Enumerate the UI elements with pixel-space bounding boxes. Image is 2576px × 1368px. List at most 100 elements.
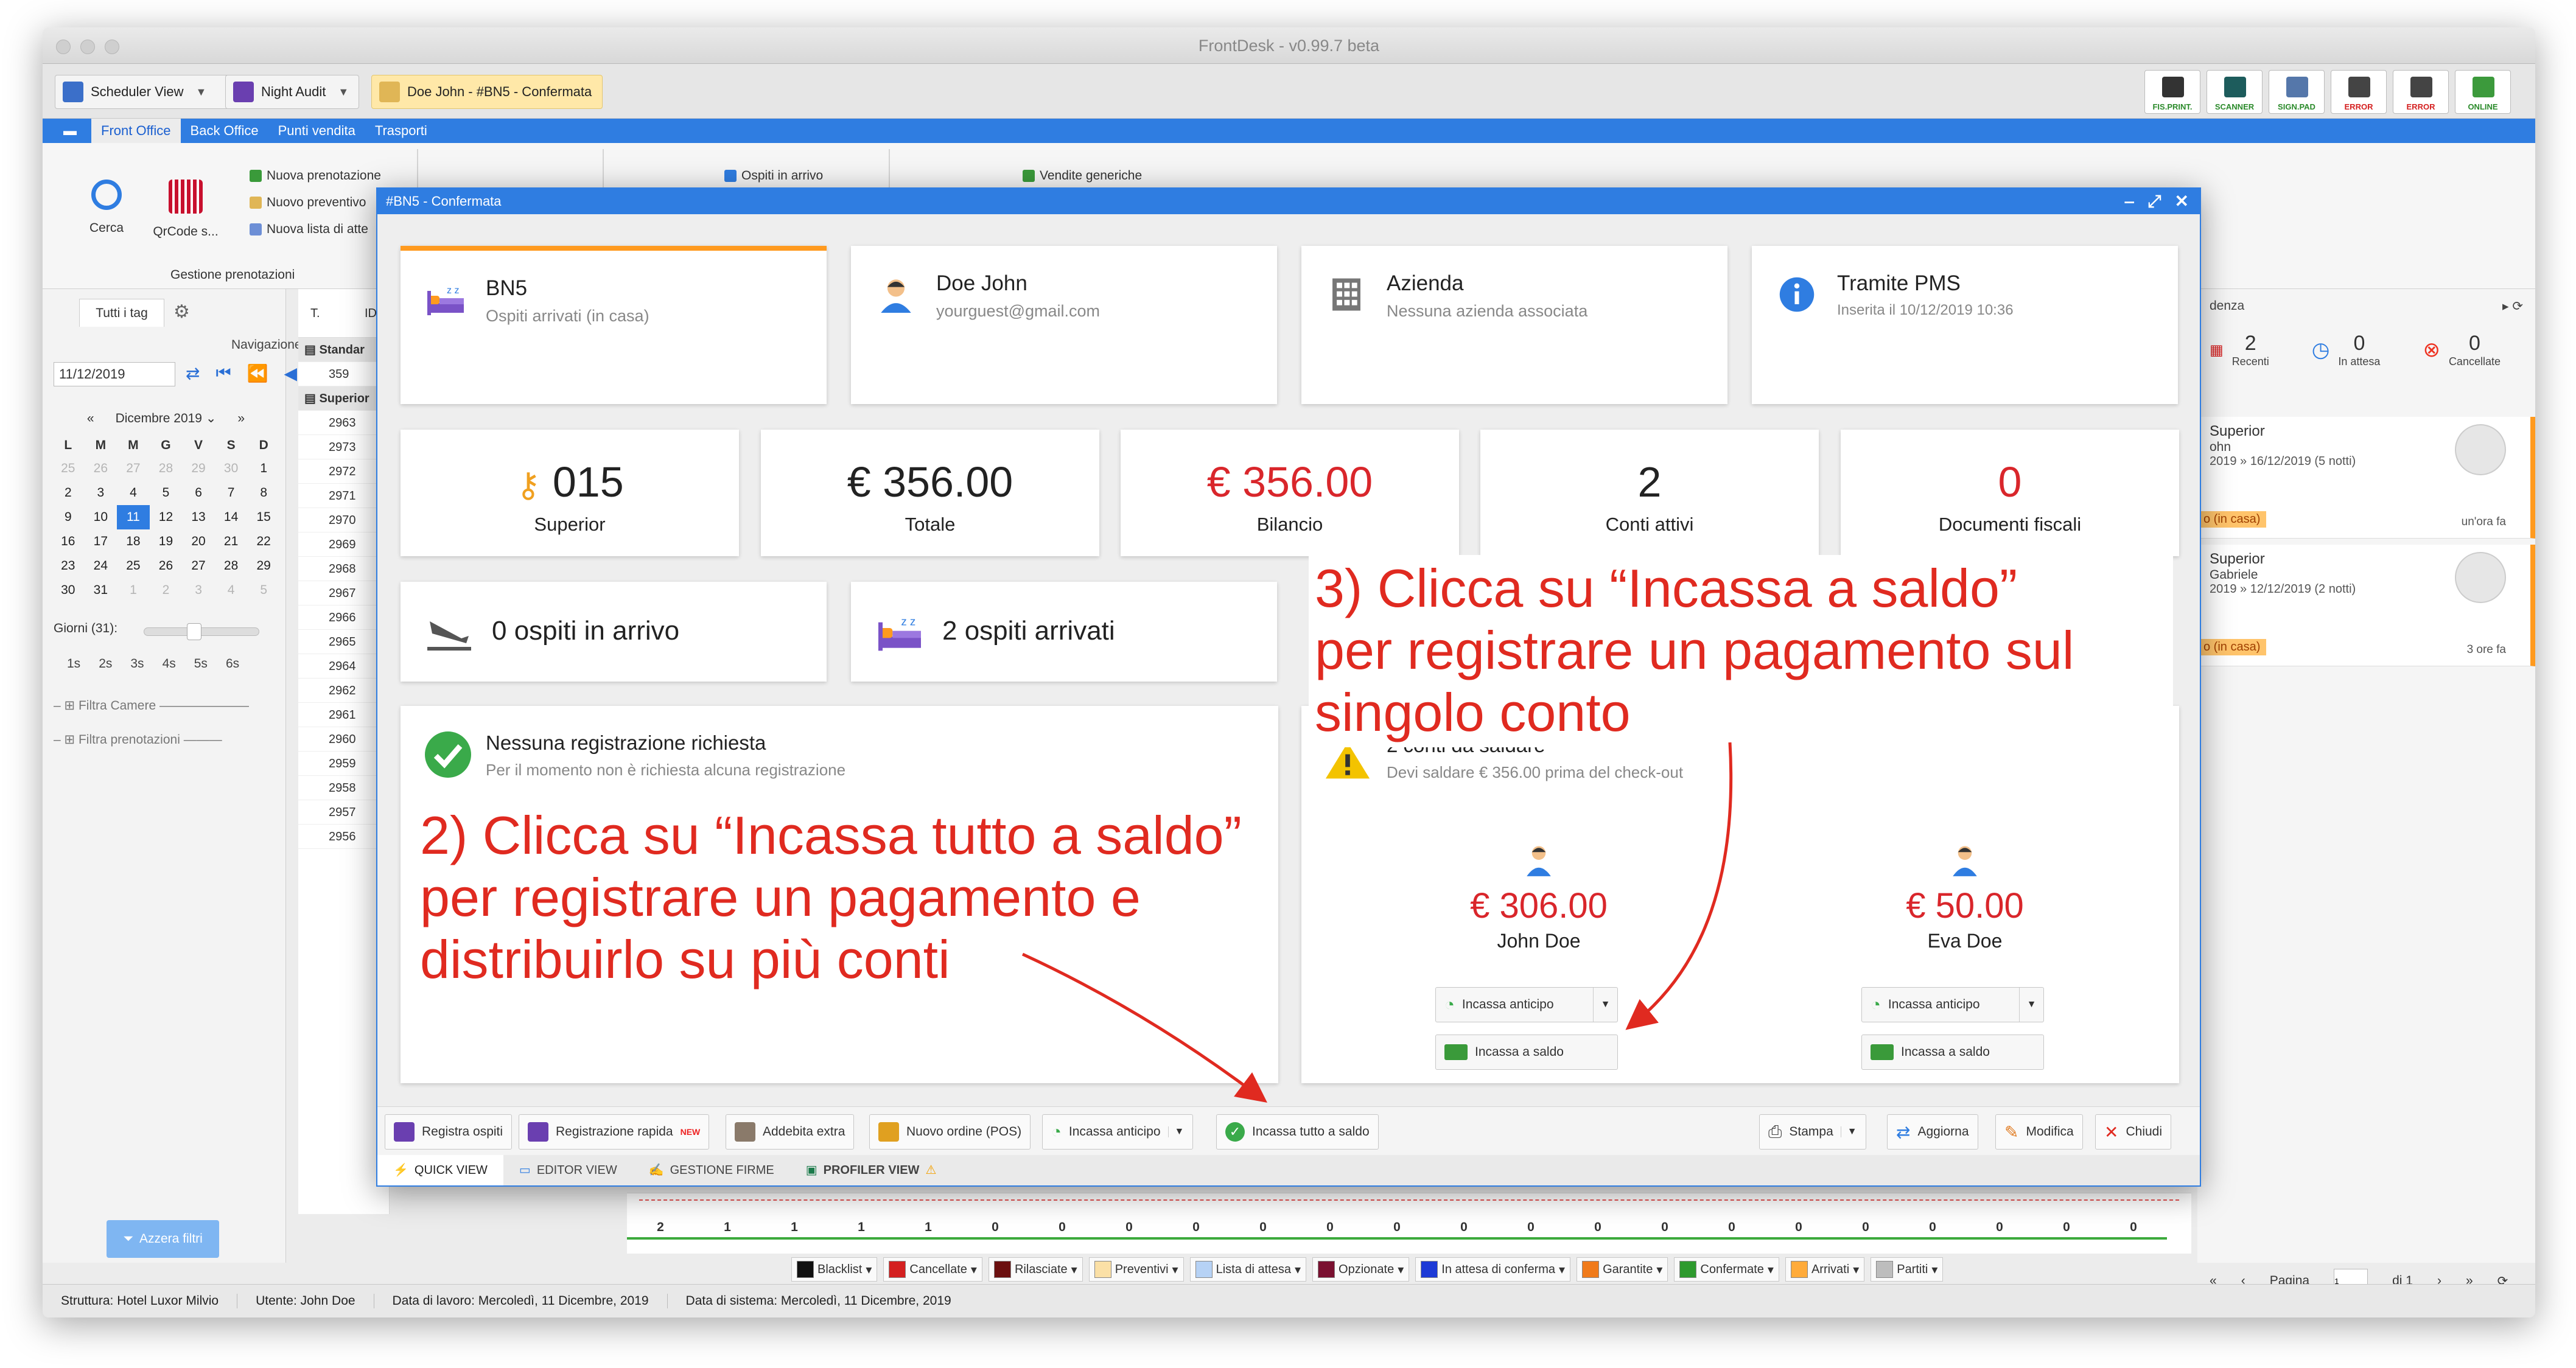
close-icon[interactable]: ✕ [2175,189,2189,214]
legend-item[interactable]: Rilasciate ▾ [988,1257,1083,1282]
azzera-filtri-button[interactable]: ⏷ Azzera filtri [107,1220,219,1258]
calendar-day[interactable]: 5 [150,481,183,505]
tab-editor-view[interactable]: ▭ EDITOR VIEW [503,1155,633,1185]
calendar-day[interactable]: 18 [117,529,150,554]
incassa-saldo-eva-button[interactable]: Incassa a saldo [1861,1035,2044,1070]
filtra-camere-toggle[interactable]: – ⊞ Filtra Camere ——————— [54,698,249,713]
addebita-extra-button[interactable]: Addebita extra [726,1114,855,1150]
chevron-down-icon[interactable]: ▾ [1172,1262,1178,1277]
tab-recenti[interactable]: ▦ 2 Recenti [2210,332,2269,368]
window-controls[interactable] [56,40,119,54]
chevron-down-icon[interactable]: ▾ [1768,1262,1774,1277]
minimize-dot-icon[interactable] [80,40,95,54]
zoom-dot-icon[interactable] [105,40,119,54]
calendar-day[interactable]: 6 [182,481,215,505]
chevron-down-icon[interactable]: ▼ [1167,1126,1184,1137]
ospiti-in-arrivo-button[interactable]: Ospiti in arrivo [724,169,823,183]
calendar-day[interactable]: 1 [117,578,150,602]
calendar-day[interactable]: 27 [182,554,215,578]
tab-quick-view[interactable]: ⚡ QUICK VIEW [377,1155,503,1185]
calendar-day[interactable]: 24 [85,554,117,578]
calendar-day[interactable]: 29 [182,456,215,481]
room-row[interactable]: 2966 [298,605,389,630]
span-option[interactable]: 4s [163,657,176,671]
room-row[interactable]: 2971 [298,484,389,508]
legend-item[interactable]: Blacklist ▾ [791,1257,878,1282]
menu-front-office[interactable]: Front Office [91,119,181,143]
chevron-down-icon[interactable]: ▾ [1853,1262,1859,1277]
modifica-button[interactable]: ✎ Modifica [1995,1114,2083,1150]
incassa-saldo-john-button[interactable]: Incassa a saldo [1435,1035,1618,1070]
calendar-day[interactable]: 19 [150,529,183,554]
legend-item[interactable]: In attesa di conferma ▾ [1415,1257,1571,1282]
guest-card[interactable]: Doe John yourguest@gmail.com [851,246,1277,404]
calendar-day[interactable]: 14 [215,505,248,529]
calendar-day[interactable]: 9 [52,505,85,529]
calendar-day[interactable]: 20 [182,529,215,554]
incassa-tutto-a-saldo-button[interactable]: ✓ Incassa tutto a saldo [1216,1114,1379,1150]
slider-handle[interactable] [187,623,201,640]
previous-icon[interactable]: ◀ [284,363,298,383]
calendar-day[interactable]: 1 [247,456,280,481]
vendite-generiche-button[interactable]: Vendite generiche [1023,169,1142,183]
legend-item[interactable]: Partiti ▾ [1871,1257,1944,1282]
incassa-anticipo-eva-button[interactable]: ◔ Incassa anticipo ▼ [1861,987,2044,1022]
calendar-day[interactable]: 26 [150,554,183,578]
room-row[interactable]: 2960 [298,727,389,752]
room-row[interactable]: 2967 [298,581,389,605]
room-row[interactable]: 2962 [298,679,389,703]
close-dot-icon[interactable] [56,40,71,54]
date-field[interactable]: 11/12/2019 [54,362,175,386]
calendar-day[interactable]: 28 [215,554,248,578]
tab-in-attesa[interactable]: ◷ 0 In attesa [2312,332,2381,368]
chevron-down-icon[interactable]: ▾ [1071,1262,1077,1277]
span-option[interactable]: 5s [194,657,208,671]
signpad-status[interactable]: SIGN.PAD [2269,70,2325,114]
chevron-down-icon[interactable]: ▾ [971,1262,977,1277]
span-option[interactable]: 6s [226,657,239,671]
calendar-day[interactable]: 3 [182,578,215,602]
span-option[interactable]: 1s [67,657,80,671]
chat-error-status[interactable]: ERROR [2393,70,2449,114]
room-row[interactable]: 2965 [298,630,389,654]
chiudi-button[interactable]: ✕ Chiudi [2095,1114,2172,1150]
tab-cancellate[interactable]: ⊗ 0 Cancellate [2423,332,2501,368]
menu-trasporti[interactable]: Trasporti [365,119,437,143]
room-row[interactable]: 2958 [298,776,389,800]
registra-ospiti-button[interactable]: Registra ospiti [385,1114,513,1150]
tab-profiler-view[interactable]: ▣ PROFILER VIEW ⚠ [790,1155,953,1185]
room-row[interactable]: 2968 [298,557,389,581]
app-menu-icon[interactable]: ▬ [49,119,91,143]
company-card[interactable]: Azienda Nessuna azienda associata [1301,246,1727,404]
chevron-down-icon[interactable]: ▾ [1295,1262,1301,1277]
calendar-day[interactable]: 2 [52,481,85,505]
recent-card[interactable]: Superior ohn 2019 » 16/12/2019 (5 notti)… [2197,417,2535,539]
calendar-day[interactable]: 10 [85,505,117,529]
scheduler-view-button[interactable]: Scheduler View ▼ [55,75,231,109]
room-row[interactable]: 2963 [298,411,389,435]
legend-item[interactable]: Opzionate ▾ [1312,1257,1410,1282]
legend-item[interactable]: Cancellate ▾ [883,1257,982,1282]
rewind-icon[interactable]: ⏪ [247,363,268,383]
calendar-day[interactable]: 3 [85,481,117,505]
calendar-day[interactable]: 15 [247,505,280,529]
nuovo-preventivo-button[interactable]: Nuovo preventivo [250,195,366,210]
calendar-day[interactable]: 26 [85,456,117,481]
arrivals-card[interactable]: 0 ospiti in arrivo [401,582,827,682]
calendar-day[interactable]: 17 [85,529,117,554]
calendar-day[interactable]: 11 [117,505,150,529]
days-slider[interactable] [144,623,259,640]
chevron-down-icon[interactable]: ▾ [1931,1262,1937,1277]
calendar-day[interactable]: 2 [150,578,183,602]
calendar-day[interactable]: 28 [150,456,183,481]
room-row[interactable]: 2956 [298,825,389,849]
calendar-day[interactable]: 29 [247,554,280,578]
incassa-anticipo-john-button[interactable]: ◔ Incassa anticipo ▼ [1435,987,1618,1022]
legend-item[interactable]: Garantite ▾ [1577,1257,1668,1282]
chevron-down-icon[interactable]: ▾ [866,1262,872,1277]
refresh-icon[interactable]: ▸ ⟳ [2502,299,2523,314]
room-row[interactable]: 2969 [298,532,389,557]
room-row[interactable]: 2957 [298,800,389,825]
room-row[interactable]: 2970 [298,508,389,532]
online-status[interactable]: ONLINE [2455,70,2511,114]
